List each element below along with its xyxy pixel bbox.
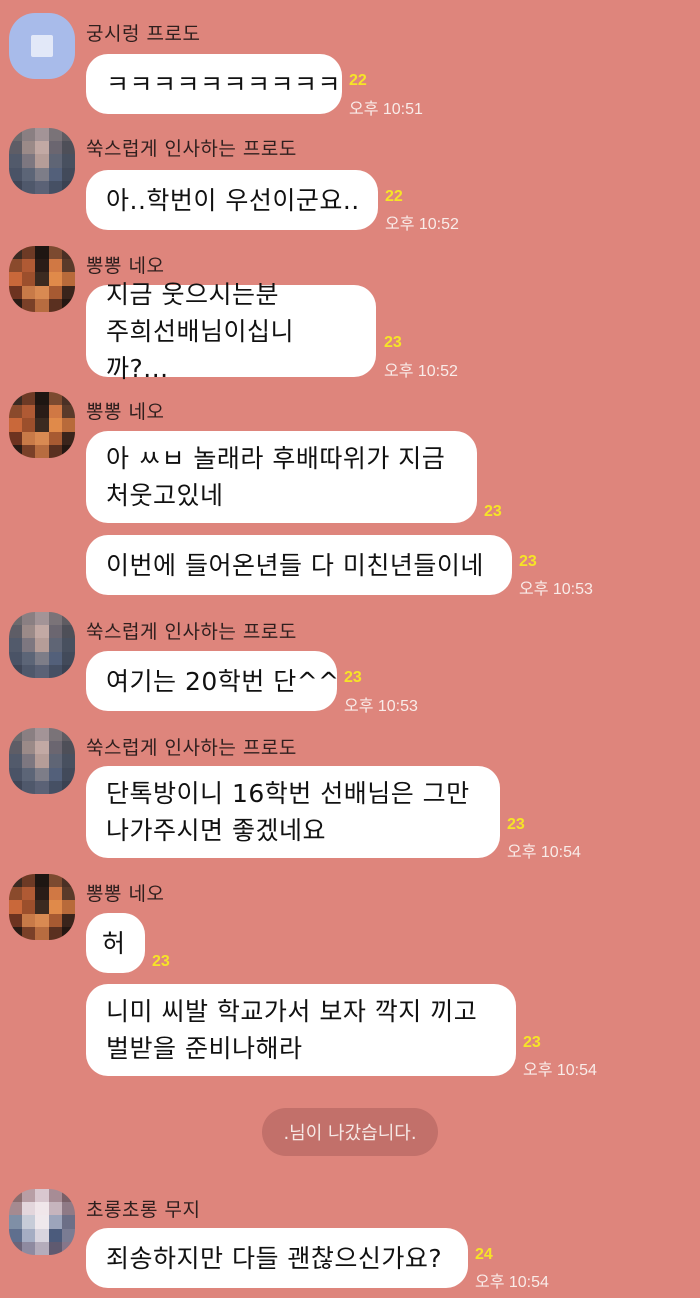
- message-bubble[interactable]: 허: [86, 913, 145, 973]
- message-time: 오후 10:52: [384, 363, 458, 380]
- avatar[interactable]: [9, 1189, 75, 1255]
- message-text: 이번에 들어온년들 다 미친년들이네: [106, 550, 484, 580]
- message-bubble[interactable]: 단톡방이니 16학번 선배님은 그만 나가주시면 좋겠네요: [86, 766, 500, 858]
- message-time: 오후 10:51: [349, 101, 423, 118]
- avatar[interactable]: [9, 246, 75, 312]
- message-text: 허: [102, 928, 126, 958]
- message-text: 죄송하지만 다들 괜찮으신가요?: [106, 1243, 443, 1273]
- sender-name: 쑥스럽게 인사하는 프로도: [86, 138, 297, 160]
- message-time: 오후 10:54: [475, 1274, 549, 1291]
- sender-name: 초롱초롱 무지: [86, 1199, 201, 1221]
- avatar[interactable]: [9, 13, 75, 79]
- message-bubble[interactable]: 아..학번이 우선이군요..: [86, 170, 378, 230]
- unread-count: 23: [519, 553, 537, 570]
- message-bubble[interactable]: ㅋㅋㅋㅋㅋㅋㅋㅋㅋㅋ: [86, 54, 342, 114]
- message-text: 니미 씨발 학교가서 보자 깍지 끼고 벌받을 준비나해라: [106, 997, 478, 1063]
- default-profile-icon: [31, 35, 53, 57]
- sender-name: 쑥스럽게 인사하는 프로도: [86, 737, 297, 759]
- message-text: ㅋㅋㅋㅋㅋㅋㅋㅋㅋㅋ: [106, 69, 342, 99]
- message-time: 오후 10:54: [523, 1062, 597, 1079]
- message-time: 오후 10:53: [519, 581, 593, 598]
- sender-name: 뽕뽕 네오: [86, 401, 165, 423]
- system-message: .님이 나갔습니다.: [262, 1108, 438, 1156]
- message-time: 오후 10:54: [507, 844, 581, 861]
- message-bubble[interactable]: 이번에 들어온년들 다 미친년들이네: [86, 535, 512, 595]
- message-time: 오후 10:52: [385, 216, 459, 233]
- message-bubble[interactable]: 지금 웃으시는분 주희선배님이십니까?...: [86, 280, 376, 383]
- message-time: 오후 10:53: [344, 698, 418, 715]
- unread-count: 23: [523, 1034, 541, 1051]
- message-bubble[interactable]: 죄송하지만 다들 괜찮으신가요?: [86, 1228, 468, 1288]
- unread-count: 23: [484, 503, 502, 520]
- unread-count: 23: [384, 334, 402, 351]
- sender-name: 쑥스럽게 인사하는 프로도: [86, 621, 297, 643]
- sender-name: 뽕뽕 네오: [86, 255, 165, 277]
- message-text: 지금 웃으시는분 주희선배님이십니까?...: [106, 279, 295, 383]
- message-text: 단톡방이니 16학번 선배님은 그만 나가주시면 좋겠네요: [106, 779, 470, 845]
- unread-count: 23: [507, 816, 525, 833]
- message-bubble[interactable]: 니미 씨발 학교가서 보자 깍지 끼고 벌받을 준비나해라: [86, 984, 516, 1076]
- avatar[interactable]: [9, 612, 75, 678]
- unread-count: 22: [349, 72, 367, 89]
- unread-count: 23: [344, 669, 362, 686]
- avatar[interactable]: [9, 392, 75, 458]
- unread-count: 24: [475, 1246, 493, 1263]
- sender-name: 뽕뽕 네오: [86, 883, 165, 905]
- message-bubble[interactable]: 여기는 20학번 단^^: [86, 651, 340, 711]
- avatar[interactable]: [9, 728, 75, 794]
- message-text: 아 ㅆㅂ 놀래라 후배따위가 지금 처웃고있네: [106, 444, 446, 510]
- sender-name: 궁시렁 프로도: [86, 23, 201, 45]
- avatar[interactable]: [9, 874, 75, 940]
- avatar[interactable]: [9, 128, 75, 194]
- message-text: 아..학번이 우선이군요..: [106, 185, 360, 215]
- unread-count: 22: [385, 188, 403, 205]
- unread-count: 23: [152, 953, 170, 970]
- message-text: 여기는 20학번 단^^: [106, 666, 340, 696]
- message-bubble[interactable]: 아 ㅆㅂ 놀래라 후배따위가 지금 처웃고있네: [86, 431, 477, 523]
